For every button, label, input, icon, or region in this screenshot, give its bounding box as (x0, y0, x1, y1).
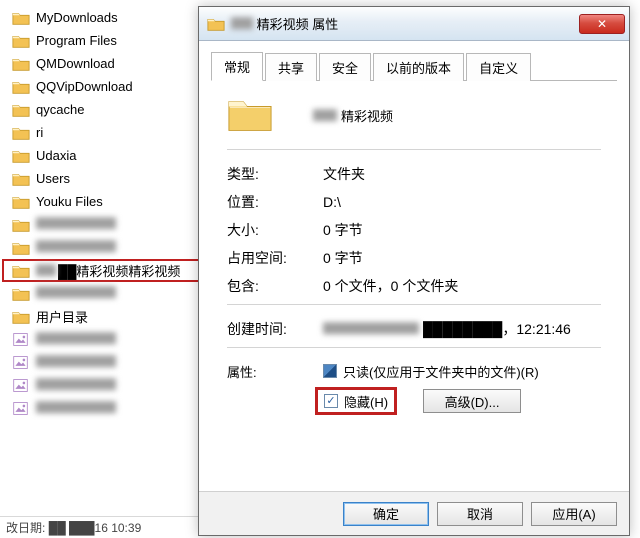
tab-常规[interactable]: 常规 (211, 52, 263, 81)
label-hidden: 隐藏(H) (344, 392, 388, 411)
folder-row[interactable] (2, 213, 200, 236)
tab-安全[interactable]: 安全 (319, 53, 371, 81)
folder-row-selected[interactable]: ██精彩视频精彩视频 (2, 259, 200, 282)
folder-icon (12, 285, 30, 303)
folder-label: Udaxia (36, 148, 76, 163)
label-size-on-disk: 占用空间: (227, 248, 323, 268)
folder-tree[interactable]: MyDownloads Program Files QMDownload QQVipD… (0, 0, 200, 538)
folder-label: ██精彩视频精彩视频 (36, 261, 180, 280)
folder-row[interactable] (2, 397, 200, 420)
folder-icon (12, 9, 30, 27)
folder-icon (12, 101, 30, 119)
folder-label (36, 240, 116, 255)
folder-row[interactable]: qycache (2, 98, 200, 121)
folder-label: ri (36, 125, 43, 140)
folder-name-field[interactable]: 精彩视频 (307, 103, 601, 128)
label-type: 类型: (227, 164, 323, 184)
folder-icon (12, 78, 30, 96)
close-button[interactable]: ✕ (579, 14, 625, 34)
folder-icon (12, 124, 30, 142)
folder-icon (12, 170, 30, 188)
label-contains: 包含: (227, 276, 323, 296)
folder-icon (12, 216, 30, 234)
image-icon (12, 377, 30, 395)
advanced-button[interactable]: 高级(D)... (423, 389, 521, 413)
status-bar: 改日期: ██ ███16 10:39 (0, 516, 200, 538)
hidden-attribute-highlight: 隐藏(H) (315, 387, 397, 415)
folder-icon (207, 15, 225, 33)
folder-label (36, 332, 116, 347)
checkbox-readonly[interactable] (323, 364, 337, 378)
folder-icon (12, 262, 30, 280)
folder-icon (12, 308, 30, 326)
folder-row[interactable]: ri (2, 121, 200, 144)
image-icon (12, 400, 30, 418)
folder-label (36, 286, 116, 301)
folder-row[interactable]: QQVipDownload (2, 75, 200, 98)
folder-row[interactable] (2, 374, 200, 397)
folder-row[interactable]: Udaxia (2, 144, 200, 167)
folder-label: QMDownload (36, 56, 115, 71)
folder-row[interactable] (2, 236, 200, 259)
properties-dialog: 精彩视频 属性 ✕ 常规共享安全以前的版本自定义 精彩视频 类型:文件夹 位置:… (198, 6, 630, 536)
folder-label: Youku Files (36, 194, 103, 209)
folder-label (36, 217, 116, 232)
folder-row[interactable]: MyDownloads (2, 6, 200, 29)
label-created: 创建时间: (227, 319, 323, 339)
tab-strip: 常规共享安全以前的版本自定义 (211, 51, 617, 81)
folder-icon (12, 193, 30, 211)
value-location: D:\ (323, 194, 341, 210)
label-size: 大小: (227, 220, 323, 240)
folder-row[interactable] (2, 351, 200, 374)
dialog-titlebar[interactable]: 精彩视频 属性 ✕ (199, 7, 629, 41)
value-contains: 0 个文件，0 个文件夹 (323, 276, 458, 296)
value-created: ████████，12:21:46 (323, 319, 571, 339)
ok-button[interactable]: 确定 (343, 502, 429, 526)
label-readonly: 只读(仅应用于文件夹中的文件)(R) (343, 362, 539, 381)
status-date: ██ ███16 10:39 (49, 521, 142, 535)
folder-label (36, 378, 116, 393)
dialog-footer: 确定 取消 应用(A) (199, 491, 629, 535)
tab-共享[interactable]: 共享 (265, 53, 317, 81)
folder-label: 用户目录 (36, 307, 88, 326)
folder-label: qycache (36, 102, 84, 117)
dialog-body: 常规共享安全以前的版本自定义 精彩视频 类型:文件夹 位置:D:\ 大小:0 字… (199, 41, 629, 491)
folder-row[interactable]: Program Files (2, 29, 200, 52)
checkbox-hidden[interactable] (324, 394, 338, 408)
folder-label: Users (36, 171, 70, 186)
folder-label: QQVipDownload (36, 79, 133, 94)
image-icon (12, 331, 30, 349)
folder-icon (12, 147, 30, 165)
folder-label: MyDownloads (36, 10, 118, 25)
folder-label: Program Files (36, 33, 117, 48)
folder-row[interactable]: QMDownload (2, 52, 200, 75)
image-icon (12, 354, 30, 372)
status-prefix: 改日期: (6, 519, 45, 536)
folder-icon (227, 95, 273, 135)
tab-自定义[interactable]: 自定义 (466, 53, 531, 81)
folder-row[interactable] (2, 328, 200, 351)
apply-button[interactable]: 应用(A) (531, 502, 617, 526)
folder-icon (12, 55, 30, 73)
folder-icon (12, 239, 30, 257)
value-type: 文件夹 (323, 164, 365, 184)
label-location: 位置: (227, 192, 323, 212)
tab-panel-general: 精彩视频 类型:文件夹 位置:D:\ 大小:0 字节 占用空间:0 字节 包含:… (211, 81, 617, 424)
folder-row[interactable]: 用户目录 (2, 305, 200, 328)
folder-label (36, 401, 116, 416)
cancel-button[interactable]: 取消 (437, 502, 523, 526)
folder-icon (12, 32, 30, 50)
folder-row[interactable]: Users (2, 167, 200, 190)
value-size-on-disk: 0 字节 (323, 248, 363, 268)
folder-row[interactable] (2, 282, 200, 305)
folder-label (36, 355, 116, 370)
dialog-title: 精彩视频 属性 (231, 14, 579, 33)
tab-以前的版本[interactable]: 以前的版本 (373, 53, 464, 81)
label-attributes: 属性: (227, 362, 323, 381)
value-size: 0 字节 (323, 220, 363, 240)
folder-row[interactable]: Youku Files (2, 190, 200, 213)
